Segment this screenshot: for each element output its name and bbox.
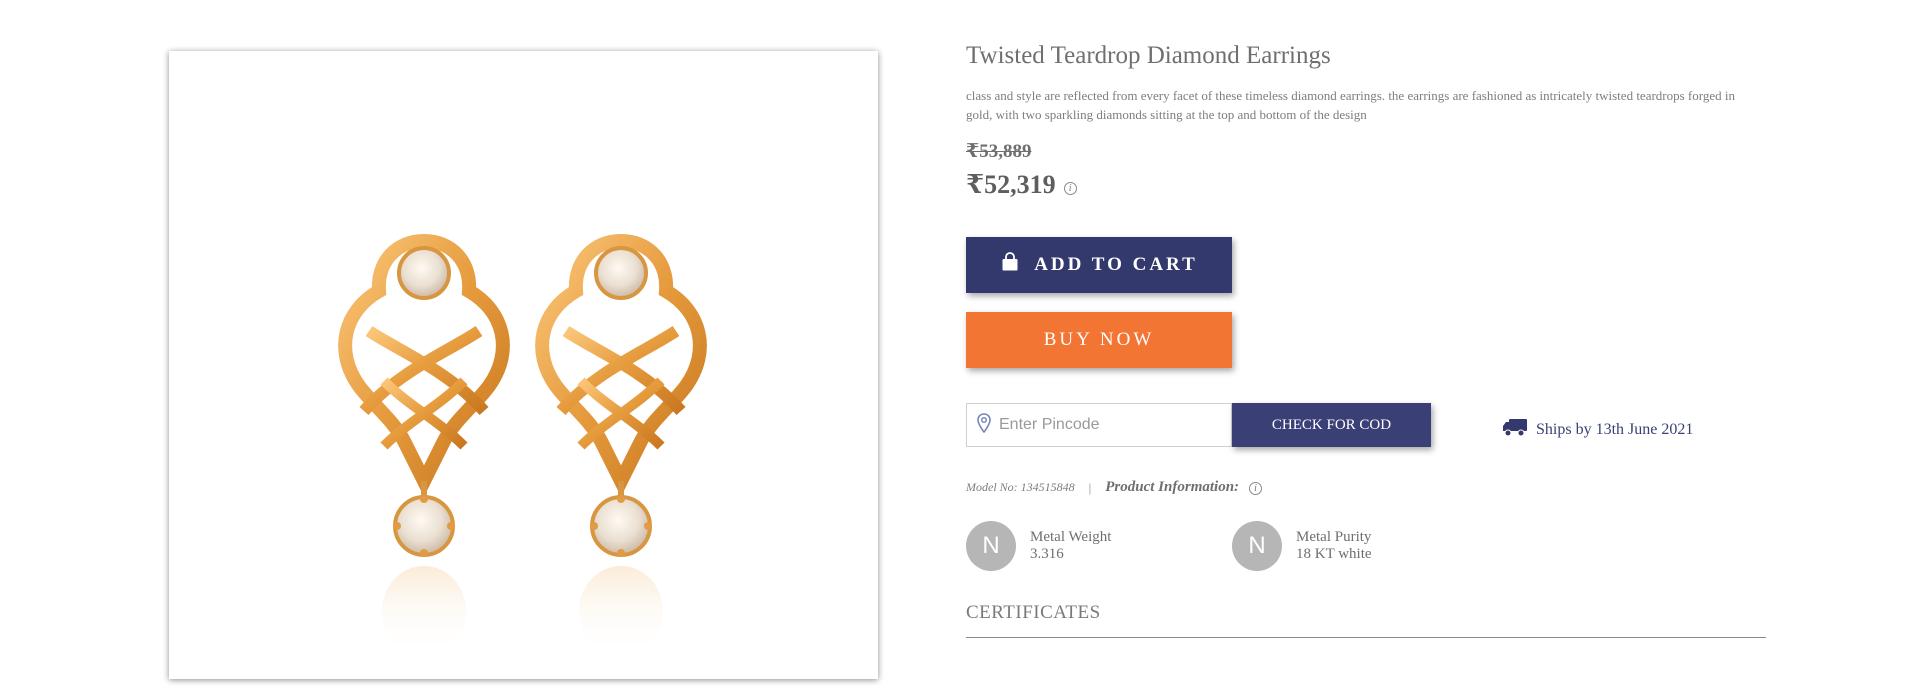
- spec-avatar: N: [966, 521, 1016, 571]
- price-info-icon[interactable]: i: [1063, 181, 1077, 195]
- product-information-label: Product Information:: [1105, 479, 1240, 495]
- certificates-section[interactable]: CERTIFICATES: [966, 602, 1766, 638]
- spec-value: 3.316: [1030, 546, 1064, 562]
- product-title: Twisted Teardrop Diamond Earrings: [966, 42, 1331, 69]
- meta-separator: |: [1088, 479, 1092, 495]
- spec-label: Metal Purity: [1296, 529, 1372, 545]
- certificates-heading: CERTIFICATES: [966, 602, 1101, 623]
- buy-now-label: BUY NOW: [1043, 329, 1155, 350]
- right-earring: [535, 233, 707, 656]
- product-image[interactable]: [169, 51, 878, 679]
- earrings-illustration: [338, 233, 707, 656]
- meta-row: Model No: 134515848 | Product Informatio…: [966, 479, 1263, 496]
- add-to-cart-label: ADD TO CART: [1034, 254, 1198, 275]
- pincode-field[interactable]: [966, 403, 1232, 447]
- spec-metal-purity: N Metal Purity 18 KT white: [1232, 521, 1372, 571]
- product-info-icon[interactable]: i: [1249, 482, 1263, 495]
- spec-avatar: N: [1232, 521, 1282, 571]
- pincode-input[interactable]: [997, 415, 1201, 435]
- spec-label: Metal Weight: [1030, 529, 1112, 545]
- original-price: ₹53,889: [966, 141, 1032, 162]
- ship-date-text: Ships by 13th June 2021: [1536, 420, 1694, 438]
- model-number: Model No: 134515848: [966, 480, 1075, 494]
- truck-icon: [1502, 417, 1528, 442]
- check-for-cod-button[interactable]: CHECK FOR COD: [1232, 403, 1431, 447]
- product-description: class and style are reflected from every…: [966, 88, 1735, 122]
- spec-value: 18 KT white: [1296, 546, 1372, 562]
- shopping-bag-icon: [1000, 252, 1020, 278]
- spec-metal-weight: N Metal Weight 3.316: [966, 521, 1111, 571]
- price-row: ₹52,319 i: [966, 170, 1077, 200]
- location-pin-icon: [977, 412, 991, 438]
- add-to-cart-button[interactable]: ADD TO CART: [966, 237, 1232, 293]
- left-earring: [338, 233, 510, 656]
- buy-now-button[interactable]: BUY NOW: [966, 312, 1232, 368]
- shipping-info: Ships by 13th June 2021: [1502, 417, 1693, 442]
- current-price: ₹52,319: [966, 170, 1056, 199]
